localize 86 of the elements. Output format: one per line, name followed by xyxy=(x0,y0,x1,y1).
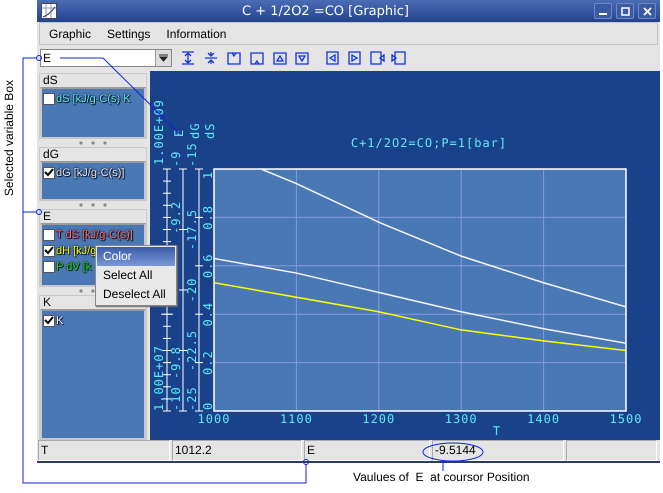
chart-title: C+1/2O2=CO;P=1[bar] xyxy=(350,136,508,150)
splitter-grip-icon[interactable] xyxy=(78,141,108,145)
tick-label: -10 xyxy=(169,386,183,411)
up-triangle-button[interactable] xyxy=(271,50,288,66)
right-end-button[interactable] xyxy=(390,50,407,66)
tick-label: -9 xyxy=(169,150,183,167)
axis-title: E xyxy=(172,128,186,137)
tick-label: 1400 xyxy=(527,412,560,426)
close-button[interactable] xyxy=(638,3,656,19)
tick-label: -25 xyxy=(185,386,199,411)
top-bracket-button[interactable] xyxy=(225,50,242,66)
group-title: dG xyxy=(42,148,60,161)
checkbox[interactable] xyxy=(43,244,55,256)
tick-label: -17.5 xyxy=(185,208,199,250)
checkbox[interactable] xyxy=(43,92,55,104)
expand-vertical-button[interactable] xyxy=(179,50,196,66)
compress-vertical-button[interactable] xyxy=(202,50,219,66)
compress-vertical-icon xyxy=(202,50,218,66)
down-triangle-button[interactable] xyxy=(293,50,310,66)
group-title: dS xyxy=(42,74,59,87)
tick-label: -9.8 xyxy=(169,346,183,380)
tick-label: -22.5 xyxy=(185,330,199,372)
tick-label: 1000 xyxy=(198,412,230,426)
tick-label: -20 xyxy=(185,278,199,302)
tick-label: 1500 xyxy=(610,412,642,426)
expand-vertical-icon xyxy=(180,50,196,66)
checkbox[interactable] xyxy=(43,166,55,178)
maximize-button[interactable] xyxy=(616,3,634,19)
tick-label: 0.2 xyxy=(201,350,215,375)
axis-title: dS xyxy=(203,122,217,139)
tick-label: -15 xyxy=(185,142,199,167)
up-triangle-icon xyxy=(272,50,288,66)
bottom-bracket-icon xyxy=(248,50,264,66)
dropdown-button[interactable] xyxy=(155,50,171,66)
menu-item[interactable]: Color xyxy=(97,247,175,266)
status-cell: 1012.2 xyxy=(172,440,302,461)
variable-label: dG [kJ/g-C(s)] xyxy=(56,166,124,178)
left-triangle-icon xyxy=(324,50,340,66)
annotation-label: Vaulues of E at coursor Position xyxy=(353,470,530,484)
menu-item[interactable]: Settings xyxy=(101,26,156,40)
checkbox[interactable] xyxy=(43,260,55,272)
variable-label: P dV [k xyxy=(56,260,92,272)
leader-line xyxy=(422,442,484,472)
group-title: E xyxy=(42,210,52,223)
axis-title: T xyxy=(492,424,502,437)
tick-label: 1200 xyxy=(362,412,396,426)
tick-label: -9.2 xyxy=(169,200,183,234)
close-icon xyxy=(642,6,652,16)
tick-label: 0 xyxy=(201,402,215,410)
status-cell: -9.5144 xyxy=(432,440,564,461)
variable-dropdown[interactable]: E xyxy=(40,49,172,67)
minimize-button[interactable] xyxy=(594,3,612,19)
menu-item[interactable]: Information xyxy=(160,26,232,40)
chart-window-icon xyxy=(41,3,57,19)
top-bracket-icon xyxy=(226,50,242,66)
tick-label: 1.00E+09 xyxy=(152,99,166,165)
left-end-icon xyxy=(368,50,384,66)
status-cell: T xyxy=(38,440,170,461)
checkbox[interactable] xyxy=(43,314,55,326)
window-title: C + 1/2O2 =CO [Graphic] xyxy=(241,4,410,18)
maximize-icon xyxy=(620,6,630,16)
caret-icon xyxy=(159,54,168,62)
tick-label: 1100 xyxy=(280,412,313,426)
axis-title: dG xyxy=(188,122,202,139)
variable-label: T dS [kJ/g-C(s)] xyxy=(56,228,133,240)
tick-label: 1 xyxy=(201,170,215,180)
menu-item[interactable]: Graphic xyxy=(43,26,98,40)
tick-label: 0.8 xyxy=(201,205,215,230)
down-triangle-icon xyxy=(294,50,310,66)
checkbox[interactable] xyxy=(43,228,55,240)
variable-label: K xyxy=(56,314,64,326)
tick-label: 0.6 xyxy=(201,253,215,278)
right-end-icon xyxy=(390,50,406,66)
tick-label: 1300 xyxy=(444,412,478,426)
bottom-bracket-button[interactable] xyxy=(248,50,265,66)
annotation-label: Selected variable Box xyxy=(2,80,16,196)
group-title: K xyxy=(42,296,52,309)
tick-label: 0.4 xyxy=(201,302,215,327)
splitter-grip-icon[interactable] xyxy=(78,203,108,207)
menu-item[interactable]: Deselect All xyxy=(97,285,175,304)
left-end-button[interactable] xyxy=(368,50,385,66)
tick-label: 1.00E+07 xyxy=(152,345,166,411)
variable-label: dS [kJ/g-C(s) K xyxy=(56,92,131,104)
menu-item[interactable]: Select All xyxy=(97,266,175,285)
right-triangle-icon xyxy=(346,50,362,66)
status-cell: E xyxy=(304,440,430,461)
